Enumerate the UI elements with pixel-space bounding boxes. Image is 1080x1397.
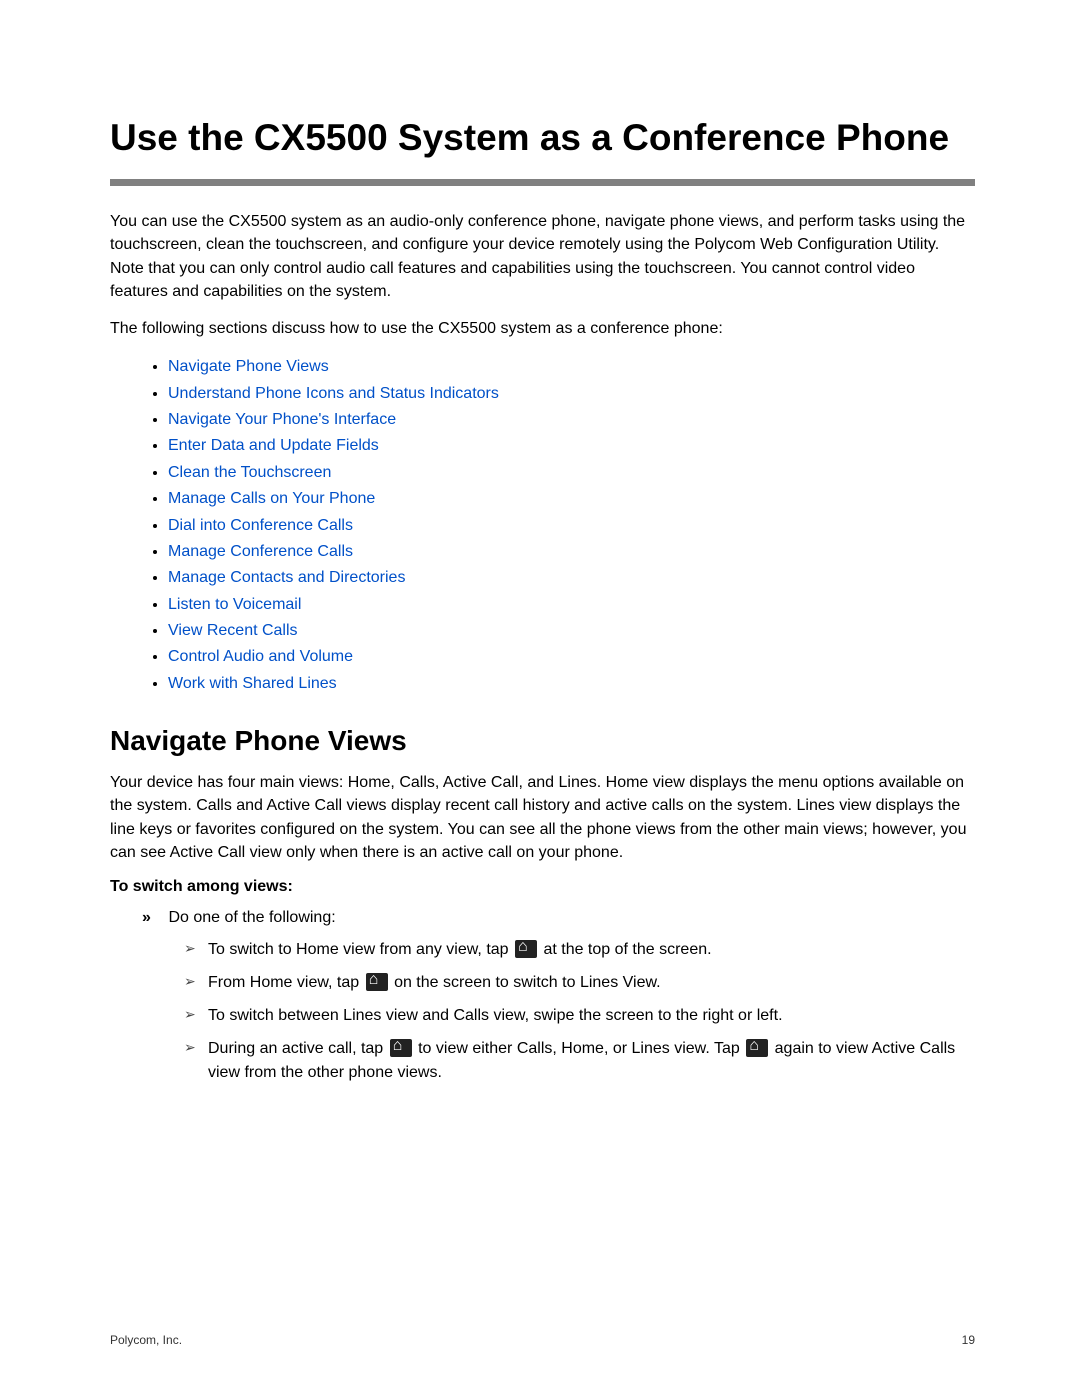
link-enter-data[interactable]: Enter Data and Update Fields: [168, 437, 379, 454]
link-manage-calls[interactable]: Manage Calls on Your Phone: [168, 490, 375, 507]
step-2-text-a: From Home view, tap: [208, 974, 364, 991]
step-1-text-b: at the top of the screen.: [543, 941, 711, 958]
footer-company: Polycom, Inc.: [110, 1333, 182, 1347]
step-4-text-a: During an active call, tap: [208, 1040, 388, 1057]
title-rule: [110, 179, 975, 186]
page-footer: Polycom, Inc. 19: [110, 1333, 975, 1347]
following-paragraph: The following sections discuss how to us…: [110, 317, 975, 340]
section-body: Your device has four main views: Home, C…: [110, 771, 975, 864]
step-1: To switch to Home view from any view, ta…: [184, 938, 975, 962]
step-4: During an active call, tap to view eithe…: [184, 1037, 975, 1085]
home-icon: [746, 1039, 768, 1057]
home-icon: [366, 973, 388, 991]
section-link-list: Navigate Phone Views Understand Phone Ic…: [110, 354, 975, 697]
page-title: Use the CX5500 System as a Conference Ph…: [110, 115, 975, 161]
step-2-text-b: on the screen to switch to Lines View.: [394, 974, 661, 991]
step-2: From Home view, tap on the screen to swi…: [184, 971, 975, 995]
home-icon: [390, 1039, 412, 1057]
link-voicemail[interactable]: Listen to Voicemail: [168, 596, 301, 613]
step-list: To switch to Home view from any view, ta…: [184, 938, 975, 1085]
step-4-text-b: to view either Calls, Home, or Lines vie…: [418, 1040, 744, 1057]
footer-page-number: 19: [962, 1333, 975, 1347]
link-shared-lines[interactable]: Work with Shared Lines: [168, 675, 337, 692]
link-manage-conference[interactable]: Manage Conference Calls: [168, 543, 353, 560]
step-3: To switch between Lines view and Calls v…: [184, 1004, 975, 1028]
intro-paragraph: You can use the CX5500 system as an audi…: [110, 210, 975, 303]
step-intro: Do one of the following:: [168, 909, 335, 926]
link-understand-icons[interactable]: Understand Phone Icons and Status Indica…: [168, 385, 499, 402]
link-control-audio[interactable]: Control Audio and Volume: [168, 648, 353, 665]
link-manage-contacts[interactable]: Manage Contacts and Directories: [168, 569, 405, 586]
step-3-text: To switch between Lines view and Calls v…: [208, 1007, 783, 1024]
switch-heading: To switch among views:: [110, 878, 975, 896]
step-1-text-a: To switch to Home view from any view, ta…: [208, 941, 513, 958]
link-clean-touchscreen[interactable]: Clean the Touchscreen: [168, 464, 331, 481]
link-recent-calls[interactable]: View Recent Calls: [168, 622, 298, 639]
link-dial-conference[interactable]: Dial into Conference Calls: [168, 517, 353, 534]
home-icon: [515, 940, 537, 958]
link-navigate-views[interactable]: Navigate Phone Views: [168, 358, 329, 375]
link-navigate-interface[interactable]: Navigate Your Phone's Interface: [168, 411, 396, 428]
step-intro-list: Do one of the following: To switch to Ho…: [144, 906, 975, 1085]
section-heading: Navigate Phone Views: [110, 725, 975, 757]
